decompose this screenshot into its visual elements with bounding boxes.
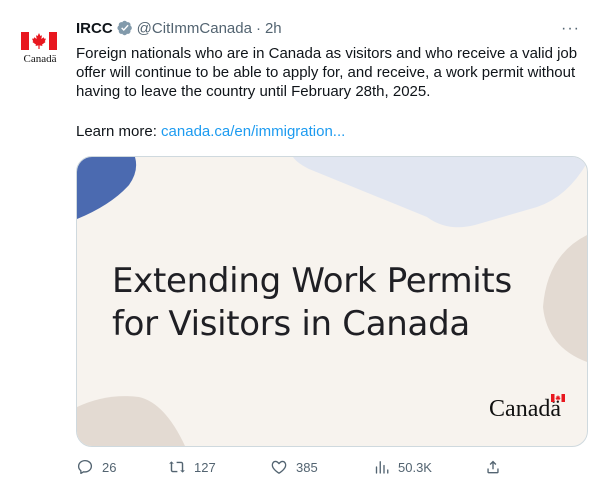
canada-brand-wordmark: Canadä [489,394,565,423]
media-headline: Extending Work Permits for Visitors in C… [112,260,512,346]
author-handle[interactable]: @CitImmCanada [137,20,252,37]
timestamp[interactable]: 2h [265,20,282,37]
learn-more-label: Learn more: [76,123,162,140]
canada-flag-icon [21,32,57,50]
repost-icon [169,461,185,473]
like-count: 385 [296,459,318,475]
repost-button[interactable]: 127 [168,455,216,479]
headline-line-1: Extending Work Permits [112,261,512,301]
headline-line-2: for Visitors in Canada [112,304,470,344]
more-options-button[interactable]: ··· [561,20,580,38]
author-avatar[interactable]: Canadä [18,24,62,68]
reply-count: 26 [102,459,117,475]
canada-wordmark: Canadä [23,53,57,65]
views-button[interactable]: 50.3K [372,455,432,479]
author-name[interactable]: IRCC [76,20,113,37]
share-button[interactable] [484,455,510,479]
tweet-text: Foreign nationals who are in Canada as v… [76,45,578,100]
views-chart-icon [375,461,389,474]
verified-badge-icon [117,20,132,36]
action-bar: 26 127 385 50.3K [76,455,556,479]
share-icon [487,460,499,474]
learn-more-line: Learn more: canada.ca/en/immigration... [76,122,345,142]
reply-button[interactable]: 26 [76,455,116,479]
immigration-link[interactable]: canada.ca/en/immigration... [161,123,345,140]
heart-icon [271,460,287,474]
mini-flag-icon [551,394,565,402]
tweet-header: IRCC @CitImmCanada · 2h [76,19,282,39]
views-count: 50.3K [398,459,432,475]
reply-icon [77,459,93,475]
repost-count: 127 [194,459,216,475]
like-button[interactable]: 385 [270,455,318,479]
separator-dot: · [255,20,261,37]
tweet: Canadä IRCC @CitImmCanada · 2h ··· Foreign… [0,0,614,499]
media-card[interactable]: Extending Work Permits for Visitors in C… [76,156,588,447]
